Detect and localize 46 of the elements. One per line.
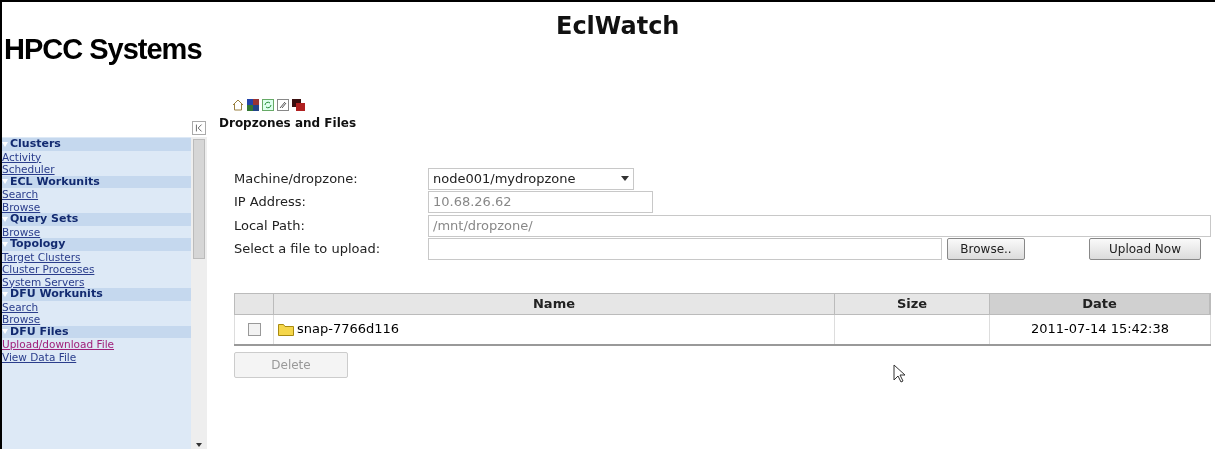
home-icon[interactable] xyxy=(232,99,244,111)
sidebar-link[interactable]: Search xyxy=(2,188,191,201)
grid-icon[interactable] xyxy=(247,99,259,111)
sidebar-link[interactable]: Search xyxy=(2,300,191,313)
windows-icon[interactable] xyxy=(292,99,305,111)
browse-button[interactable]: Browse.. xyxy=(947,238,1025,260)
sidebar-section-header[interactable]: DFU Files xyxy=(2,325,191,338)
row-checkbox[interactable] xyxy=(247,322,261,336)
mouse-cursor-icon xyxy=(893,363,905,383)
sidebar-section-header[interactable]: Topology xyxy=(2,238,191,251)
dropzone-select[interactable]: node001/mydropzone xyxy=(428,167,634,190)
sidebar-link[interactable]: Browse xyxy=(2,225,191,238)
sidebar-link[interactable]: Browse xyxy=(2,200,191,213)
sidebar-link[interactable]: Scheduler xyxy=(2,163,191,176)
column-header[interactable]: Date xyxy=(990,293,1210,314)
text-field[interactable]: /mnt/dropzone/ xyxy=(428,214,1211,237)
logo: HPCC Systems xyxy=(4,32,202,67)
folder-icon xyxy=(278,322,294,336)
sidebar-link[interactable]: Browse xyxy=(2,313,191,326)
refresh-icon[interactable] xyxy=(262,99,274,111)
sidebar-link[interactable]: Activity xyxy=(2,150,191,163)
scrollbar-thumb[interactable] xyxy=(193,139,205,259)
field-label: Select a file to upload: xyxy=(234,240,382,259)
caret-icon xyxy=(621,176,629,181)
sidebar-section-header[interactable]: Query Sets xyxy=(2,213,191,226)
field-label: Local Path: xyxy=(234,216,306,235)
sidebar-link[interactable]: Target Clusters xyxy=(2,250,191,263)
file-name[interactable]: snap-7766d116 xyxy=(297,319,400,339)
page-title: EclWatch xyxy=(556,11,680,42)
arrow-down-icon[interactable] xyxy=(196,443,202,447)
sidebar-link[interactable]: Upload/download File xyxy=(2,338,191,351)
field-label: IP Address: xyxy=(234,193,307,212)
sidebar-section-header[interactable]: ECL Workunits xyxy=(2,175,191,188)
sidebar-section-header[interactable]: Clusters xyxy=(2,138,191,151)
sidebar-link[interactable]: View Data File xyxy=(2,350,191,363)
sidebar-link[interactable]: Cluster Processes xyxy=(2,263,191,276)
upload-button[interactable]: Upload Now xyxy=(1089,238,1201,260)
collapse-icon[interactable] xyxy=(192,121,206,135)
date-cell-text: 2011-07-14 15:42:38 xyxy=(1029,320,1171,339)
pencil-icon[interactable] xyxy=(277,99,289,111)
section-heading: Dropzones and Files xyxy=(219,115,358,132)
sidebar-link[interactable]: System Servers xyxy=(2,275,191,288)
field-label: Machine/dropzone: xyxy=(234,169,359,188)
text-field[interactable]: 10.68.26.62 xyxy=(428,191,653,213)
file-field[interactable] xyxy=(428,238,942,260)
sidebar-section-header[interactable]: DFU Workunits xyxy=(2,288,191,301)
